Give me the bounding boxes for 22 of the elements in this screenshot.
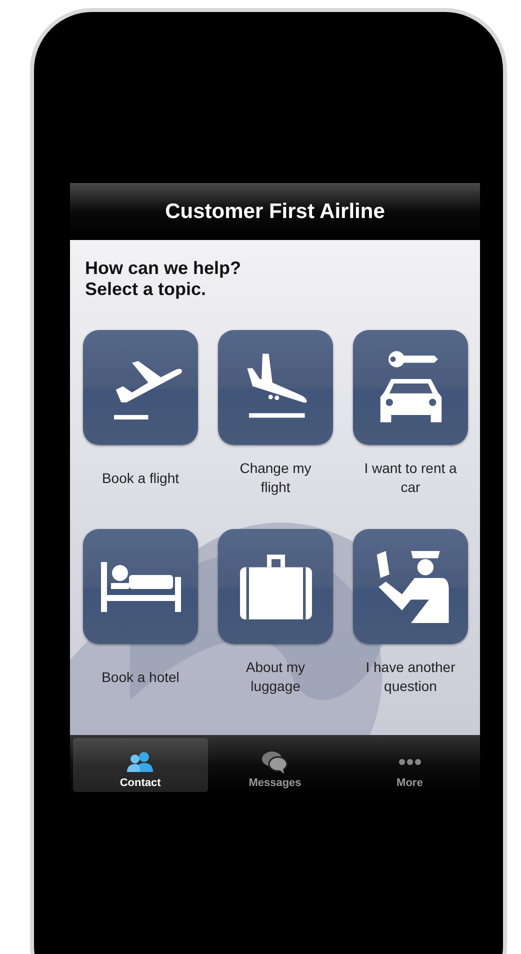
- topic-button[interactable]: [353, 529, 468, 644]
- people-icon: [125, 750, 156, 774]
- speech-bubbles-icon: [260, 750, 290, 774]
- topic-button[interactable]: [218, 330, 333, 445]
- app-title: Customer First Airline: [165, 200, 385, 224]
- topic-label: I want to rent a car: [363, 459, 458, 497]
- topic-label: I have another question: [364, 658, 456, 696]
- bed-icon: [100, 562, 180, 612]
- topic-button[interactable]: [353, 330, 468, 445]
- topic-label: Change my flight: [238, 459, 312, 497]
- topic-button[interactable]: [83, 529, 198, 644]
- topic-label: About my luggage: [244, 658, 306, 696]
- topic-label: Book a flight: [100, 468, 180, 488]
- prompt-text: Select a topic.: [85, 279, 208, 300]
- topic-button[interactable]: [218, 529, 333, 644]
- tab[interactable]: Contact: [73, 738, 208, 792]
- topic-label: Book a hotel: [100, 668, 180, 686]
- prompt-text: How can we help?: [85, 258, 242, 279]
- tab[interactable]: Messages: [208, 738, 342, 792]
- more-icon: [398, 759, 421, 765]
- topic-button[interactable]: [83, 330, 198, 445]
- tab[interactable]: More: [342, 738, 478, 792]
